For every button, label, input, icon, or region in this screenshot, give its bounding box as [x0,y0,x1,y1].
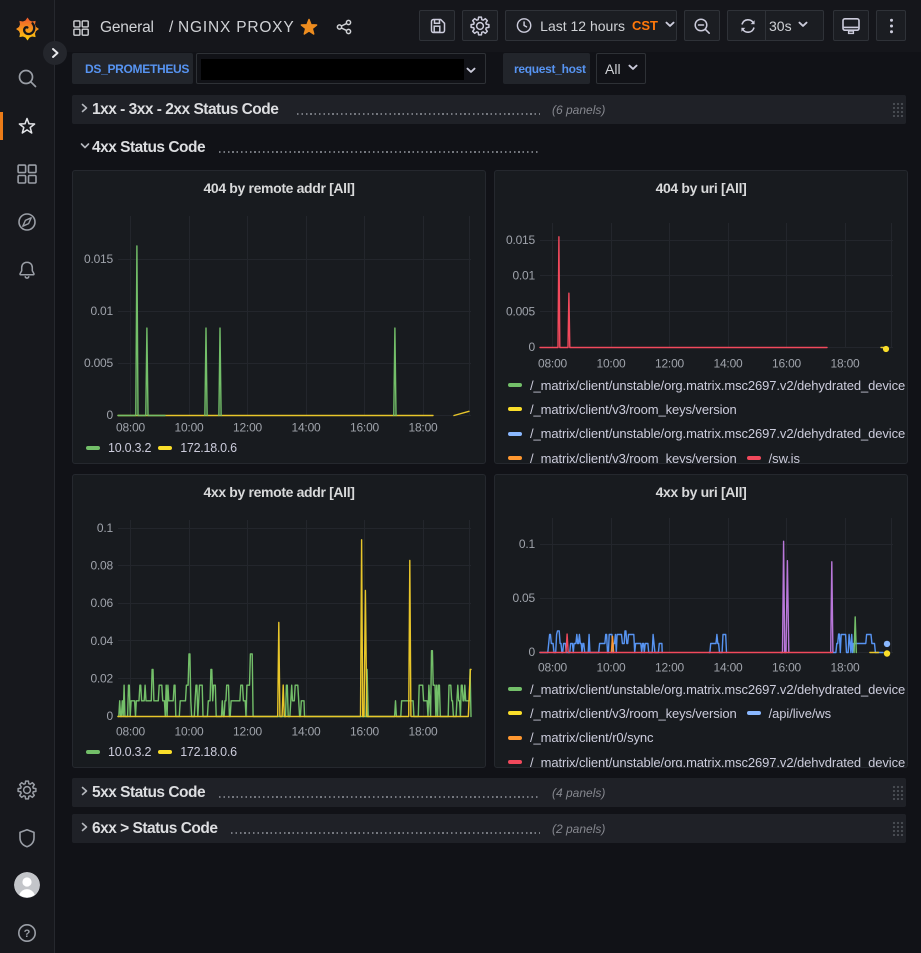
svg-text:10:00: 10:00 [596,357,626,371]
svg-text:18:00: 18:00 [830,661,860,675]
svg-text:0.01: 0.01 [512,269,535,283]
svg-text:0: 0 [107,408,114,422]
svg-text:0: 0 [529,645,536,659]
svg-text:10:00: 10:00 [596,661,626,675]
svg-text:0.05: 0.05 [512,591,535,605]
svg-text:14:00: 14:00 [713,661,743,675]
svg-text:0: 0 [529,340,536,354]
svg-text:16:00: 16:00 [772,357,802,371]
svg-text:14:00: 14:00 [713,357,743,371]
svg-text:08:00: 08:00 [538,661,568,675]
svg-text:18:00: 18:00 [408,421,438,435]
svg-text:08:00: 08:00 [116,421,146,435]
svg-text:0.02: 0.02 [90,671,113,685]
svg-text:0.015: 0.015 [84,252,114,266]
svg-text:16:00: 16:00 [350,725,380,739]
svg-text:12:00: 12:00 [233,725,263,739]
svg-text:0.015: 0.015 [506,233,536,247]
svg-text:16:00: 16:00 [772,661,802,675]
svg-text:18:00: 18:00 [408,725,438,739]
svg-text:0.08: 0.08 [90,559,113,573]
svg-text:18:00: 18:00 [830,357,860,371]
svg-text:0.005: 0.005 [84,356,114,370]
svg-text:12:00: 12:00 [655,357,685,371]
svg-text:?: ? [24,928,31,940]
svg-text:0.1: 0.1 [519,537,536,551]
svg-text:0.1: 0.1 [97,521,114,535]
svg-text:14:00: 14:00 [291,421,321,435]
svg-text:14:00: 14:00 [291,725,321,739]
svg-text:12:00: 12:00 [233,421,263,435]
svg-text:08:00: 08:00 [538,357,568,371]
svg-text:08:00: 08:00 [116,725,146,739]
svg-text:0.06: 0.06 [90,596,113,610]
svg-text:0.005: 0.005 [506,304,536,318]
svg-text:0: 0 [107,709,114,723]
svg-text:0.04: 0.04 [90,634,113,648]
svg-text:10:00: 10:00 [174,725,204,739]
svg-text:12:00: 12:00 [655,661,685,675]
svg-text:0.01: 0.01 [90,304,113,318]
svg-text:10:00: 10:00 [174,421,204,435]
svg-text:16:00: 16:00 [350,421,380,435]
